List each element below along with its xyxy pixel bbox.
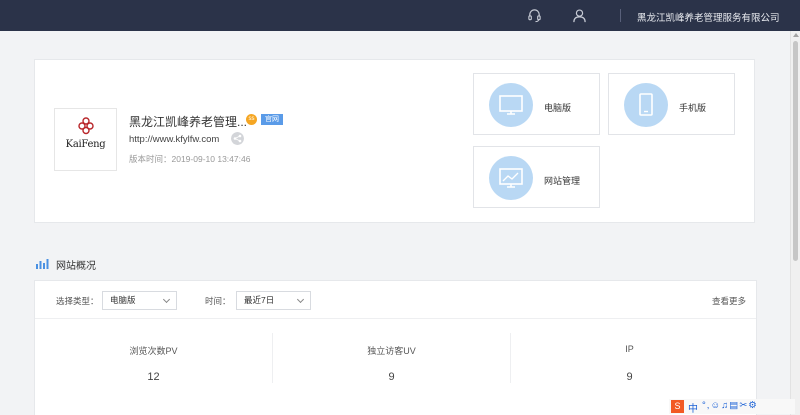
tile-desktop-label: 电脑版 [544, 103, 572, 113]
page-scrollbar[interactable] [790, 31, 800, 415]
share-icon[interactable] [231, 132, 244, 145]
logo-wordmark: KaiFeng [65, 139, 106, 150]
mobile-circle [624, 83, 668, 127]
phone-icon [639, 93, 653, 116]
ime-language-toggle[interactable]: 中 [688, 400, 698, 415]
official-site-badge: 官网 [261, 114, 283, 125]
stat-pv-value: 12 [147, 371, 160, 383]
version-time: 版本时间：2019-09-10 13:47:46 [129, 154, 251, 164]
top-bar: 黑龙江凯峰养老管理服务有限公司 [0, 0, 800, 31]
site-manage-icon [499, 168, 523, 188]
site-name: 黑龙江凯峰养老管理... [129, 115, 248, 129]
tile-mobile-version[interactable]: 手机版 [608, 73, 735, 135]
overview-card: 选择类型： 电脑版 时间： 最近7日 查看更多 浏览次数PV 12 独立访客UV… [34, 280, 757, 415]
ss-badge: ss [246, 114, 257, 125]
site-card: KaiFeng 黑龙江凯峰养老管理... ss 官网 http://www.kf… [34, 59, 755, 223]
headset-icon[interactable] [527, 8, 542, 23]
stat-pv-label: 浏览次数PV [129, 346, 178, 356]
overview-title: 网站概况 [56, 261, 96, 272]
type-filter-label: 选择类型： [56, 296, 99, 306]
site-url[interactable]: http://www.kfylfw.com [129, 134, 219, 145]
stat-uv-value: 9 [388, 371, 395, 383]
desktop-circle [489, 83, 533, 127]
scroll-up-arrow-icon[interactable] [793, 33, 799, 37]
monitor-icon [499, 95, 523, 115]
tile-manage-label: 网站管理 [544, 176, 581, 186]
chart-bars-icon [36, 259, 49, 269]
topbar-divider [620, 9, 621, 22]
tile-site-manage[interactable]: 网站管理 [473, 146, 600, 208]
scrollbar-thumb[interactable] [793, 41, 798, 261]
site-logo: KaiFeng [54, 108, 117, 171]
filter-row: 选择类型： 电脑版 时间： 最近7日 查看更多 [35, 281, 756, 319]
time-select-value: 最近7日 [244, 295, 275, 305]
stat-uv: 独立访客UV 9 [273, 319, 510, 395]
company-name[interactable]: 黑龙江凯峰养老管理服务有限公司 [637, 10, 780, 24]
time-filter-label: 时间： [205, 296, 231, 306]
ime-tool-icons[interactable]: °,☺♫▤✂⚙ [702, 400, 758, 411]
type-select[interactable]: 电脑版 [102, 291, 177, 310]
stat-ip-label: IP [625, 344, 634, 354]
stat-ip-value: 9 [626, 371, 633, 383]
time-select[interactable]: 最近7日 [236, 291, 311, 310]
kaifeng-logo-icon [78, 117, 94, 135]
sogou-logo-icon[interactable]: S [671, 400, 684, 413]
stat-uv-label: 独立访客UV [367, 346, 416, 356]
chevron-down-icon [162, 295, 171, 304]
type-select-value: 电脑版 [110, 295, 136, 305]
ime-toolbar[interactable]: S 中 °,☺♫▤✂⚙ [669, 399, 795, 415]
stat-ip: IP 9 [511, 319, 748, 395]
chevron-down-icon [296, 295, 305, 304]
tile-mobile-label: 手机版 [679, 103, 707, 113]
manage-circle [489, 156, 533, 200]
tile-desktop-version[interactable]: 电脑版 [473, 73, 600, 135]
view-more-link[interactable]: 查看更多 [712, 295, 746, 307]
user-icon[interactable] [572, 8, 587, 23]
stat-pv: 浏览次数PV 12 [35, 319, 272, 395]
